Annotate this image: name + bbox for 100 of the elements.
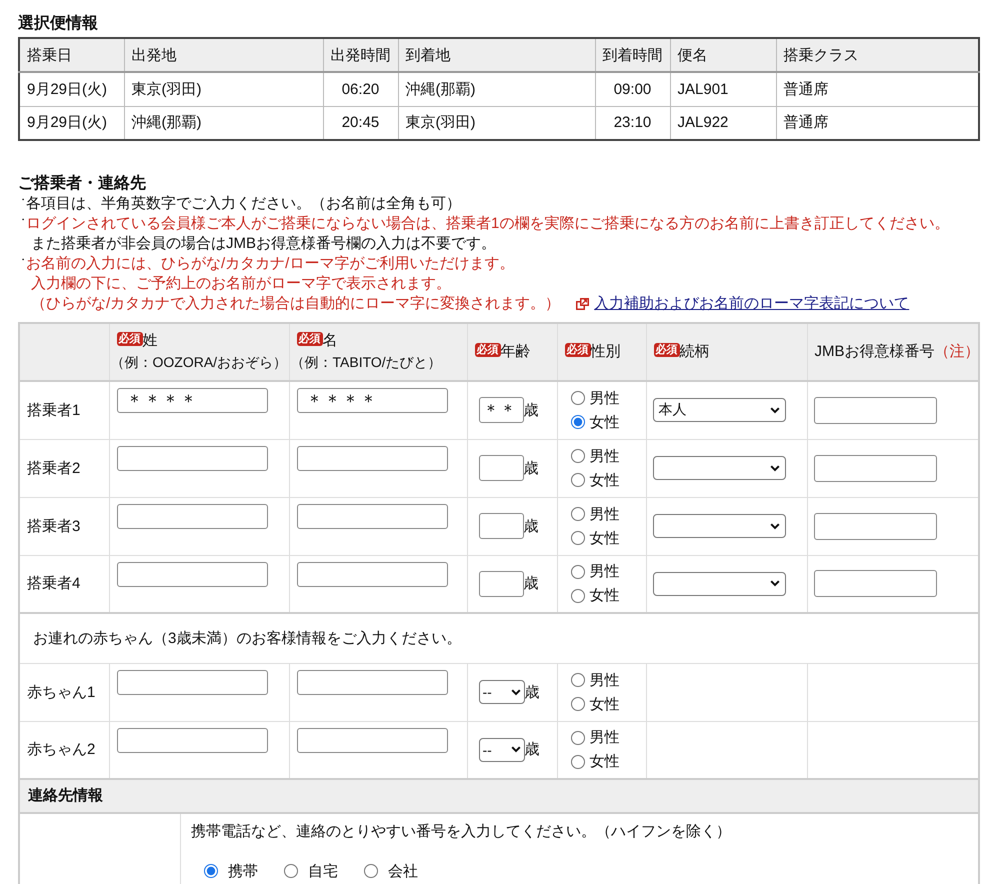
column-label: 年齢 xyxy=(500,343,530,360)
age-unit: 歳 xyxy=(524,574,538,594)
jmb-number-field[interactable] xyxy=(814,512,936,540)
surname-field[interactable] xyxy=(116,728,268,752)
age-field[interactable]: ＊＊ xyxy=(478,397,524,424)
gender-label[interactable]: 女性 xyxy=(590,412,620,432)
gender-radio[interactable] xyxy=(570,730,584,745)
note-marker: （注） xyxy=(934,343,980,360)
gender-radio[interactable] xyxy=(570,391,584,406)
age-select[interactable]: -- xyxy=(478,680,524,704)
surname-field[interactable] xyxy=(116,562,268,586)
phone-type-radio[interactable] xyxy=(364,864,378,878)
table-cell: 20:45 xyxy=(323,106,398,140)
table-cell: 23:10 xyxy=(595,106,670,140)
column-header: 出発地 xyxy=(124,38,323,72)
surname-field[interactable] xyxy=(116,504,268,528)
gender-label[interactable]: 男性 xyxy=(590,728,620,748)
phone-type-label[interactable]: 携帯 xyxy=(228,862,258,880)
gender-label[interactable]: 女性 xyxy=(590,528,620,548)
given-name-field[interactable] xyxy=(296,728,448,752)
instruction-text: 携帯電話など、連絡のとりやすい番号を入力してください。（ハイフンを除く） xyxy=(191,823,731,840)
infant-note: お連れの赤ちゃん（3歳未満）のお客様情報をご入力ください。 xyxy=(33,630,462,647)
table-cell: 9月29日(火) xyxy=(19,106,124,140)
column-label: 姓 xyxy=(142,332,158,349)
chevron-icon xyxy=(770,464,780,472)
table-cell: 沖縄(那覇) xyxy=(124,106,323,140)
gender-label[interactable]: 女性 xyxy=(590,694,620,714)
gender-radio[interactable] xyxy=(570,673,584,687)
surname-field[interactable] xyxy=(116,670,268,694)
age-unit: 歳 xyxy=(524,458,538,478)
note-text: お名前の入力には、ひらがな/カタカナ/ローマ字がご利用いただけます。 xyxy=(26,254,514,274)
table-cell: 沖縄(那覇) xyxy=(398,72,595,106)
table-cell: 09:00 xyxy=(595,72,670,106)
passenger-label: 搭乗者3 xyxy=(27,518,80,534)
bullet-mark: ・ xyxy=(18,194,26,206)
passenger-label: 搭乗者4 xyxy=(27,575,80,592)
age-field[interactable] xyxy=(478,455,524,481)
table-cell: 普通席 xyxy=(776,106,979,140)
infant-label: 赤ちゃん2 xyxy=(27,741,96,758)
relation-select[interactable] xyxy=(652,456,786,480)
gender-label[interactable]: 女性 xyxy=(590,470,620,490)
table-cell: JAL901 xyxy=(670,72,776,106)
relation-select[interactable] xyxy=(652,514,786,538)
note-text: 入力欄の下に、ご予約上のお名前がローマ字で表示されます。 xyxy=(30,274,451,294)
phone-type-radio[interactable] xyxy=(284,864,298,878)
phone-type-label[interactable]: 会社 xyxy=(388,862,418,880)
table-cell: 東京(羽田) xyxy=(398,106,595,140)
gender-radio[interactable] xyxy=(570,588,584,603)
phone-type-label[interactable]: 自宅 xyxy=(308,862,338,880)
phone-type-radio[interactable] xyxy=(204,864,218,878)
relation-select[interactable]: 本人 xyxy=(652,398,786,422)
gender-label[interactable]: 男性 xyxy=(590,446,620,466)
table-cell: 06:20 xyxy=(323,72,398,106)
section-title: 選択便情報 xyxy=(18,14,98,34)
gender-radio[interactable] xyxy=(570,415,584,430)
surname-field[interactable] xyxy=(116,446,268,470)
age-unit: 歳 xyxy=(524,400,538,420)
gender-radio[interactable] xyxy=(570,449,584,463)
chevron-icon xyxy=(770,580,780,588)
table-cell: 東京(羽田) xyxy=(124,72,323,106)
passenger-label: 搭乗者2 xyxy=(27,460,80,476)
column-header: 搭乗クラス xyxy=(776,38,979,72)
relation-select[interactable] xyxy=(652,572,786,596)
age-select[interactable]: -- xyxy=(478,738,524,762)
surname-field[interactable]: ＊＊＊＊ xyxy=(116,388,268,413)
gender-radio[interactable] xyxy=(570,697,584,711)
gender-radio[interactable] xyxy=(570,754,584,769)
gender-radio[interactable] xyxy=(570,564,584,579)
jmb-number-field[interactable] xyxy=(814,454,936,482)
note-text: また搭乗者が非会員の場合はJMBお得意様番号欄の入力は不要です。 xyxy=(30,234,496,254)
passenger-label: 搭乗者1 xyxy=(27,402,80,419)
note-text: 各項目は、半角英数字でご入力ください。（お名前は全角も可） xyxy=(26,194,461,214)
given-name-field[interactable]: ＊＊＊＊ xyxy=(296,388,448,413)
jmb-number-field[interactable] xyxy=(814,570,936,598)
gender-label[interactable]: 女性 xyxy=(590,752,620,772)
gender-radio[interactable] xyxy=(570,473,584,487)
age-unit: 歳 xyxy=(524,740,540,760)
age-field[interactable] xyxy=(478,513,524,539)
section-title: ご搭乗者・連絡先 xyxy=(18,174,146,194)
example-text: （例：OOZORA/おおぞら） xyxy=(110,354,288,370)
gender-radio[interactable] xyxy=(570,507,584,521)
gender-label[interactable]: 男性 xyxy=(590,504,620,524)
gender-label[interactable]: 男性 xyxy=(590,670,620,690)
jmb-number-field[interactable] xyxy=(814,396,936,424)
given-name-field[interactable] xyxy=(296,562,448,586)
age-field[interactable] xyxy=(478,570,524,597)
given-name-field[interactable] xyxy=(296,446,448,470)
chevron-icon xyxy=(770,522,780,530)
given-name-field[interactable] xyxy=(296,670,448,694)
required-badge: 必須 xyxy=(116,332,142,346)
column-label: JMBお得意様番号 xyxy=(814,343,934,360)
gender-label[interactable]: 男性 xyxy=(590,562,620,582)
required-badge: 必須 xyxy=(564,343,590,357)
section-header: 連絡先情報 xyxy=(18,780,980,814)
help-link[interactable]: 入力補助およびお名前のローマ字表記について xyxy=(594,294,910,314)
gender-radio[interactable] xyxy=(570,531,584,545)
gender-label[interactable]: 女性 xyxy=(590,586,620,606)
given-name-field[interactable] xyxy=(296,504,448,528)
gender-label[interactable]: 男性 xyxy=(590,388,620,408)
age-unit: 歳 xyxy=(524,516,538,536)
